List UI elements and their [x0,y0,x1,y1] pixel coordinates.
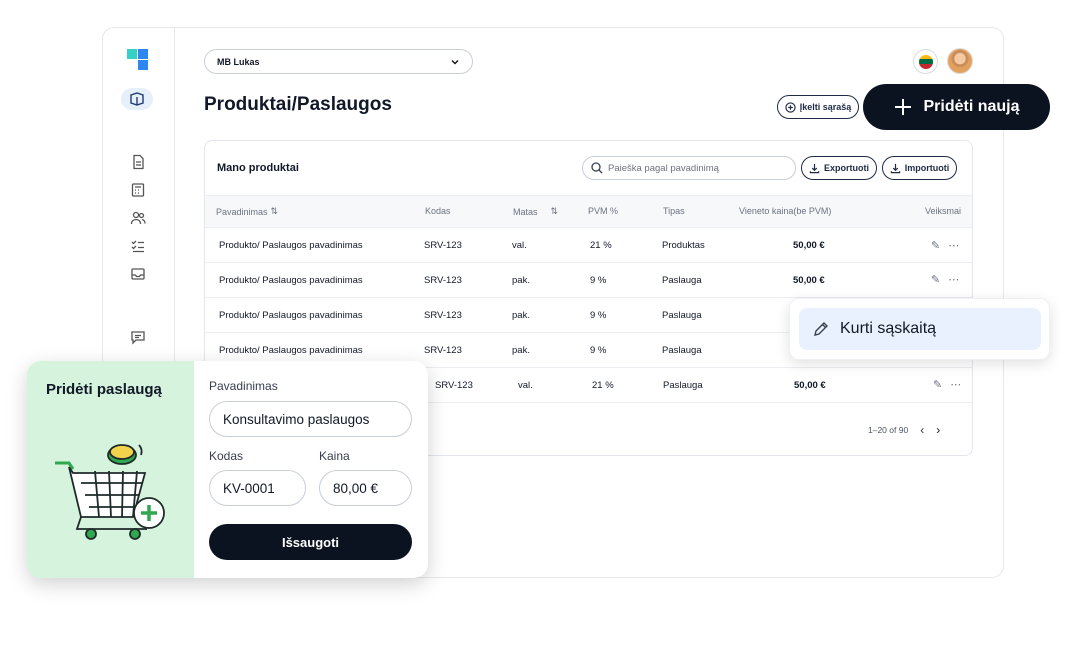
create-invoice-menu-item[interactable]: Kurti sąskaitą [799,308,1041,350]
column-header-actions: Veiksmai [925,206,962,216]
search-input[interactable]: Paieška pagal pavadinimą [582,156,796,180]
cell-code: SRV-123 [424,345,462,356]
edit-icon[interactable]: ✎ [931,273,940,286]
document-icon[interactable] [127,151,149,173]
pagination-range: 1–20 of 90 [868,425,909,435]
edit-icon[interactable]: ✎ [931,239,940,252]
import-list-button[interactable]: Įkelti sąrašą [777,95,859,119]
inbox-icon[interactable] [127,263,149,285]
cell-vat: 21 % [590,240,612,251]
add-service-card: Pridėti paslaugą Pavadinimas Konsultavim… [27,361,428,578]
users-icon[interactable] [127,207,149,229]
cell-unit: val. [518,380,533,391]
create-invoice-label: Kurti sąskaitą [840,320,937,337]
sort-icon: ⇅ [550,206,559,216]
column-header-code: Kodas [425,206,451,216]
cell-type: Paslauga [662,345,702,356]
import-label: Importuoti [904,163,950,173]
pencil-icon [814,322,828,336]
row-actions: ✎ ⋯ [933,378,961,391]
company-name: MB Lukas [217,56,260,67]
company-select[interactable]: MB Lukas [204,49,473,74]
cell-name: Produkto/ Paslaugos pavadinimas [219,275,363,286]
add-new-button[interactable]: Pridėti naują [863,84,1050,130]
name-input[interactable]: Konsultavimo paslaugos [209,401,412,437]
cell-vat: 9 % [590,345,607,356]
export-button[interactable]: Exportuoti [801,156,877,180]
cell-price: 50,00 € [793,240,825,251]
price-value: 80,00 € [333,480,379,496]
page-title: Produktai/Paslaugos [204,94,392,115]
column-header-type: Tipas [663,206,685,216]
cell-unit: pak. [512,310,530,321]
edit-icon[interactable]: ✎ [933,378,942,391]
code-value: KV-0001 [223,480,275,496]
checklist-icon[interactable] [127,235,149,257]
cell-type: Paslauga [662,310,702,321]
save-button[interactable]: Išsaugoti [209,524,412,560]
column-header-price: Vieneto kaina(be PVM) [739,206,832,216]
form-title: Pridėti paslaugą [46,381,162,398]
chevron-down-icon [451,59,459,64]
chevron-left-icon[interactable]: ‹ [920,423,924,437]
cell-code: SRV-123 [424,310,462,321]
export-icon [809,163,820,173]
cell-type: Paslauga [662,275,702,286]
import-button[interactable]: Importuoti [882,156,957,180]
code-input[interactable]: KV-0001 [209,470,306,506]
avatar[interactable] [947,48,973,74]
more-icon[interactable]: ⋯ [948,273,959,286]
search-icon [591,162,603,174]
name-value: Konsultavimo paslaugos [223,411,370,427]
column-header-unit[interactable]: Matas ⇅ [513,206,558,217]
cell-type: Paslauga [663,380,703,391]
cell-name: Produkto/ Paslaugos pavadinimas [219,345,363,356]
export-label: Exportuoti [824,163,869,173]
save-label: Išsaugoti [281,534,340,550]
cell-vat: 9 % [590,275,607,286]
price-label: Kaina [319,449,350,463]
cell-unit: pak. [512,275,530,286]
cell-unit: val. [512,240,527,251]
sort-icon: ⇅ [270,206,279,216]
card-title: Mano produktai [217,162,299,174]
column-header-name[interactable]: Pavadinimas ⇅ [216,206,278,217]
chevron-right-icon[interactable]: › [936,423,940,437]
row-actions: ✎ ⋯ [931,273,959,286]
language-flag-icon[interactable] [913,49,938,74]
add-new-label: Pridėti naują [923,98,1020,115]
cell-name: Produkto/ Paslaugos pavadinimas [219,310,363,321]
app-logo[interactable] [127,49,149,71]
row-actions: ✎ ⋯ [931,239,959,252]
cell-code: SRV-123 [435,380,473,391]
import-list-label: Įkelti sąrašą [799,102,852,112]
name-label: Pavadinimas [209,379,278,393]
shopping-cart-plus-icon [55,444,165,540]
products-icon[interactable] [121,88,153,110]
plus-icon [895,99,912,115]
cell-vat: 21 % [592,380,614,391]
price-input[interactable]: 80,00 € [319,470,412,506]
cell-type: Produktas [662,240,705,251]
cell-vat: 9 % [590,310,607,321]
cell-unit: pak. [512,345,530,356]
download-icon [890,163,900,173]
calculator-icon[interactable] [127,179,149,201]
cell-code: SRV-123 [424,275,462,286]
more-icon[interactable]: ⋯ [950,378,961,391]
pagination: 1–20 of 90 ‹ › [868,423,940,437]
cell-price: 50,00 € [793,275,825,286]
search-placeholder: Paieška pagal pavadinimą [608,162,719,174]
plus-circle-icon [785,101,796,113]
code-label: Kodas [209,449,244,463]
chat-icon[interactable] [127,326,149,348]
cell-price: 50,00 € [794,380,826,391]
more-icon[interactable]: ⋯ [948,239,959,252]
cell-name: Produkto/ Paslaugos pavadinimas [219,240,363,251]
column-header-vat: PVM % [588,206,619,216]
cell-code: SRV-123 [424,240,462,251]
